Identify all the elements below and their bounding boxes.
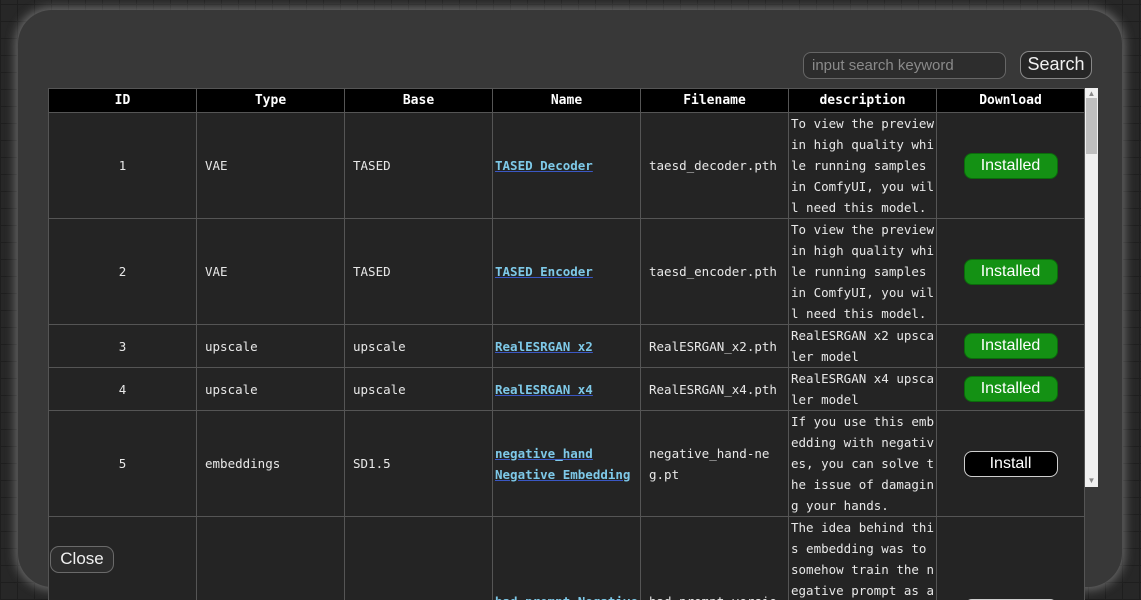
installed-button[interactable]: Installed: [964, 333, 1058, 359]
cell-description: The idea behind this embedding was to so…: [789, 517, 937, 600]
cell-download: Installed: [937, 368, 1085, 411]
model-name-link[interactable]: negative_hand Negative Embedding: [495, 446, 630, 482]
cell-base: SD1.5: [345, 411, 493, 517]
cell-description: To view the preview in high quality whil…: [789, 113, 937, 219]
cell-base: upscale: [345, 325, 493, 368]
table-header-row: IDTypeBaseNameFilenamedescriptionDownloa…: [49, 89, 1085, 113]
model-manager-dialog: Search IDTypeBaseNameFilenamedescription…: [18, 10, 1122, 587]
scrollbar-thumb[interactable]: [1086, 98, 1097, 154]
installed-button[interactable]: Installed: [964, 259, 1058, 285]
cell-name: TASED Encoder: [493, 219, 641, 325]
cell-description: To view the preview in high quality whil…: [789, 219, 937, 325]
cell-base: TASED: [345, 113, 493, 219]
column-header-download: Download: [937, 89, 1085, 113]
cell-base: SD1.5: [345, 517, 493, 600]
cell-filename: RealESRGAN_x2.pth: [641, 325, 789, 368]
cell-download: Installed: [937, 219, 1085, 325]
model-name-link[interactable]: TASED Encoder: [495, 264, 593, 279]
table-row: 2VAETASED TASED Encoder taesd_encoder.pth…: [49, 219, 1085, 325]
cell-name: TASED Decoder: [493, 113, 641, 219]
installed-button[interactable]: Installed: [964, 376, 1058, 402]
table-row: 6embeddingsSD1.5 bad_prompt Negative Emb…: [49, 517, 1085, 600]
table-row: 4upscaleupscale RealESRGAN x4RealESRGAN_…: [49, 368, 1085, 411]
cell-type: VAE: [197, 113, 345, 219]
cell-name: bad_prompt Negative Embedding: [493, 517, 641, 600]
cell-name: RealESRGAN x2: [493, 325, 641, 368]
model-name-link[interactable]: bad_prompt Negative Embedding: [495, 594, 638, 600]
search-button[interactable]: Search: [1020, 51, 1092, 79]
column-header-base: Base: [345, 89, 493, 113]
comfyui-canvas: { "search": { "placeholder": "input sear…: [0, 0, 1141, 600]
cell-filename: taesd_decoder.pth: [641, 113, 789, 219]
cell-download: Installed: [937, 113, 1085, 219]
cell-type: upscale: [197, 325, 345, 368]
cell-description: RealESRGAN x4 upscaler model: [789, 368, 937, 411]
cell-name: RealESRGAN x4: [493, 368, 641, 411]
cell-description: RealESRGAN x2 upscaler model: [789, 325, 937, 368]
cell-name: negative_hand Negative Embedding: [493, 411, 641, 517]
cell-id: 5: [49, 411, 197, 517]
model-name-link[interactable]: RealESRGAN x4: [495, 382, 593, 397]
cell-filename: taesd_encoder.pth: [641, 219, 789, 325]
table-row: 1VAETASED TASED Decoder taesd_decoder.pth…: [49, 113, 1085, 219]
search-input[interactable]: [803, 52, 1006, 79]
install-button[interactable]: Install: [964, 451, 1058, 477]
cell-type: embeddings: [197, 411, 345, 517]
cell-type: upscale: [197, 368, 345, 411]
close-button[interactable]: Close: [50, 546, 114, 573]
cell-base: TASED: [345, 219, 493, 325]
model-name-link[interactable]: RealESRGAN x2: [495, 339, 593, 354]
installed-button[interactable]: Installed: [964, 153, 1058, 179]
column-header-type: Type: [197, 89, 345, 113]
cell-filename: negative_hand-neg.pt: [641, 411, 789, 517]
table-row: 5embeddingsSD1.5 negative_hand Negative …: [49, 411, 1085, 517]
model-table: IDTypeBaseNameFilenamedescriptionDownloa…: [48, 88, 1085, 600]
column-header-name: Name: [493, 89, 641, 113]
cell-description: If you use this embedding with negatives…: [789, 411, 937, 517]
cell-id: 1: [49, 113, 197, 219]
cell-filename: RealESRGAN_x4.pth: [641, 368, 789, 411]
column-header-id: ID: [49, 89, 197, 113]
table-scrollbar[interactable]: ▲ ▼: [1085, 88, 1098, 487]
cell-base: upscale: [345, 368, 493, 411]
table-row: 3upscaleupscale RealESRGAN x2RealESRGAN_…: [49, 325, 1085, 368]
cell-id: 4: [49, 368, 197, 411]
cell-download: Installed: [937, 325, 1085, 368]
cell-type: embeddings: [197, 517, 345, 600]
cell-filename: bad_prompt_version2-neg.pt: [641, 517, 789, 600]
scroll-down-icon[interactable]: ▼: [1085, 475, 1098, 487]
model-name-link[interactable]: TASED Decoder: [495, 158, 593, 173]
column-header-filename: Filename: [641, 89, 789, 113]
cell-download: Install: [937, 517, 1085, 600]
cell-download: Install: [937, 411, 1085, 517]
cell-type: VAE: [197, 219, 345, 325]
column-header-description: description: [789, 89, 937, 113]
cell-id: 2: [49, 219, 197, 325]
cell-id: 3: [49, 325, 197, 368]
